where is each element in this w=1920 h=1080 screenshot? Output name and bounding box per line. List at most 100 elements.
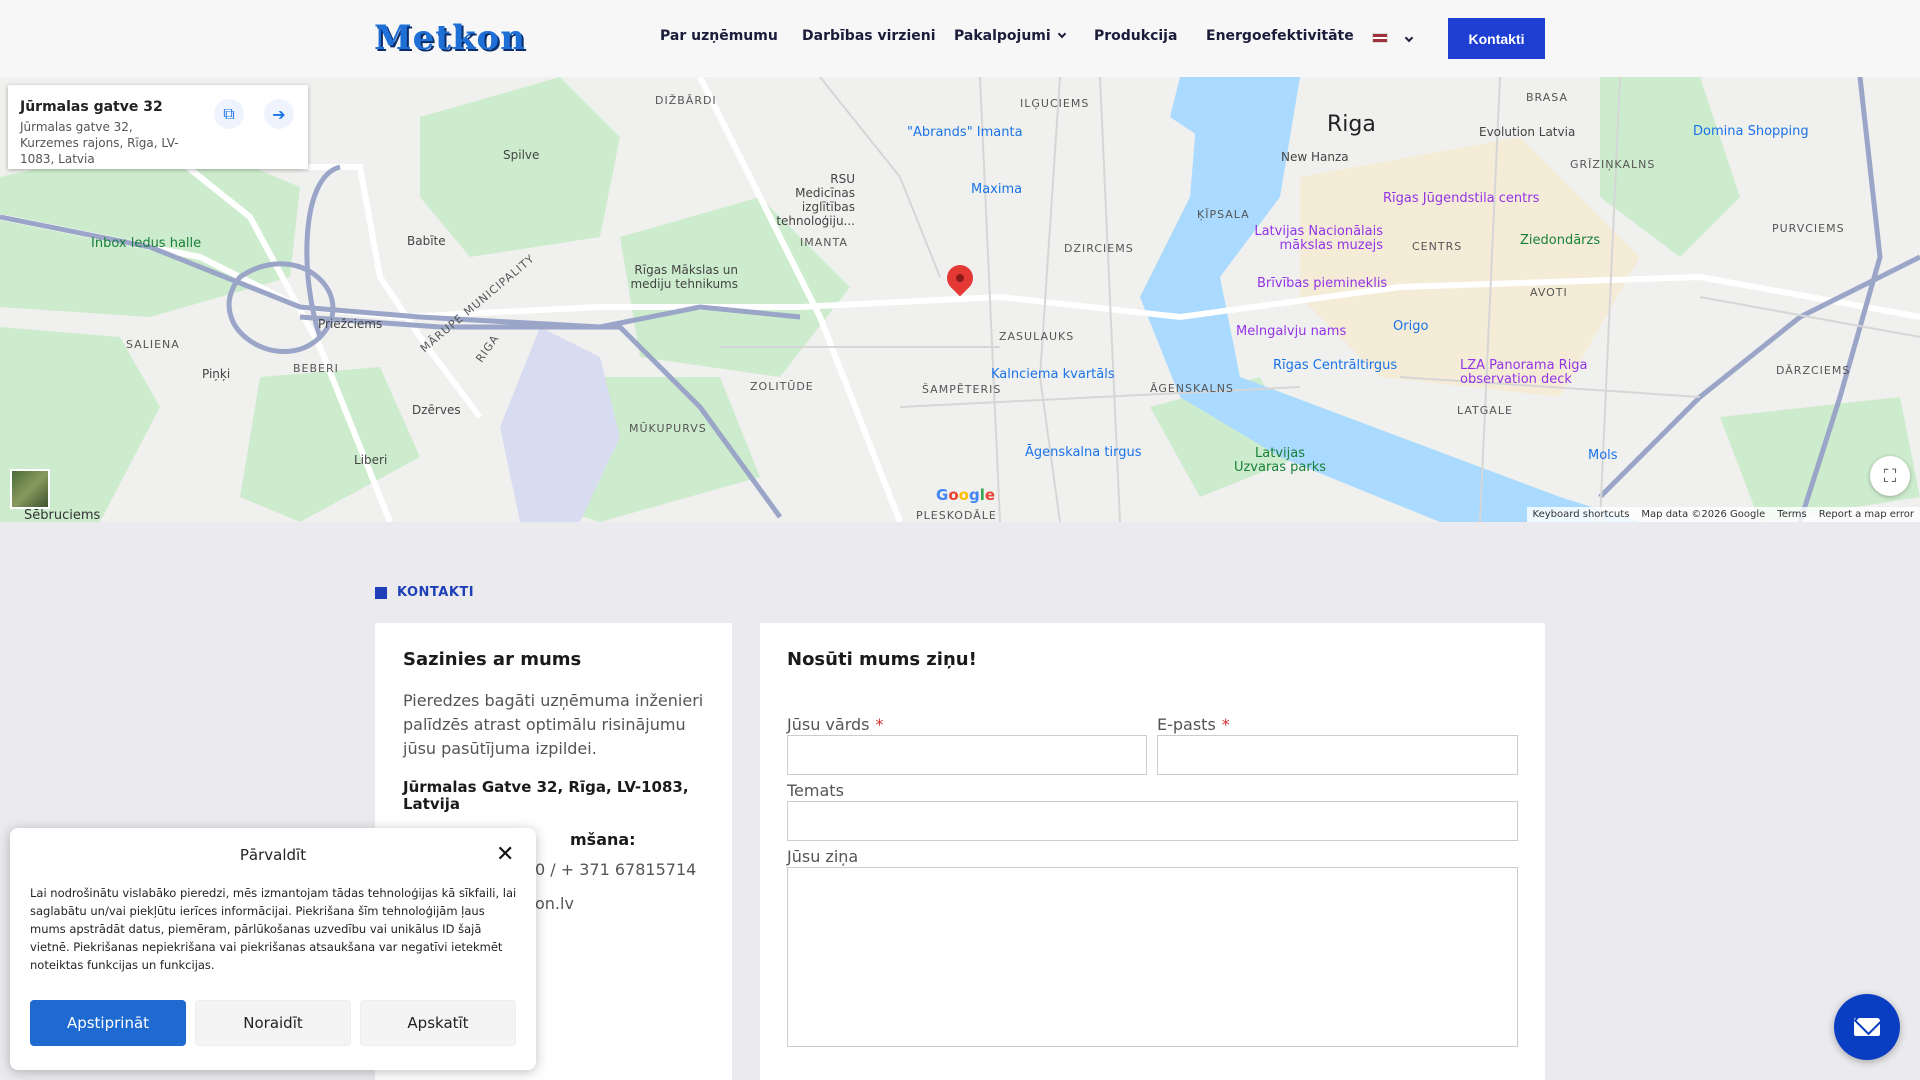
close-icon[interactable]: ✕ xyxy=(496,842,514,867)
map-label: Babīte xyxy=(407,234,446,248)
map-label: ZOLITŪDE xyxy=(750,380,814,393)
map-label: IMANTA xyxy=(800,236,848,249)
subject-label: Temats xyxy=(787,781,844,800)
map-label: ĶĪPSALA xyxy=(1197,208,1250,221)
map-label[interactable]: Mols xyxy=(1588,448,1618,463)
place-title: Jūrmalas gatve 32 xyxy=(20,99,163,115)
map-label[interactable]: Inbox ledus halle xyxy=(91,236,201,251)
nav-pakalpojumi[interactable]: Pakalpojumi xyxy=(954,28,1066,44)
fullscreen-icon[interactable]: ⛶ xyxy=(1870,456,1910,496)
map-attribution: Keyboard shortcuts Map data ©2026 Google… xyxy=(1526,507,1920,522)
map-label[interactable]: Maxima xyxy=(971,182,1022,197)
metkon-logo[interactable]: Metkon xyxy=(374,18,526,58)
map-label: ILĢUCIEMS xyxy=(1020,97,1090,110)
map-label: PURVCIEMS xyxy=(1772,222,1845,235)
map-label: DZIRCIEMS xyxy=(1064,242,1134,255)
chevron-down-icon xyxy=(1404,33,1414,43)
map-label: CENTRS xyxy=(1412,240,1463,253)
map-label[interactable]: Rīgas Mākslas un mediju tehnikums xyxy=(598,263,738,291)
keyboard-shortcuts-link[interactable]: Keyboard shortcuts xyxy=(1533,509,1630,520)
map-label: Piņķi xyxy=(202,367,231,381)
map-label[interactable]: "Abrands" Imanta xyxy=(907,125,1023,140)
view-preferences-button[interactable]: Apskatīt xyxy=(360,1000,516,1046)
map-label[interactable]: Melngalvju nams xyxy=(1236,324,1346,339)
map-label: Priežciems xyxy=(318,317,383,331)
required-mark: * xyxy=(1221,715,1230,734)
map-label: DIŽBĀRDI xyxy=(655,94,717,107)
language-switcher[interactable] xyxy=(1398,32,1414,48)
map-label[interactable]: Rīgas Jūgendstila centrs xyxy=(1383,191,1539,206)
map-label[interactable]: Evolution Latvia xyxy=(1479,125,1575,139)
cookie-text: Lai nodrošinātu vislabāko pieredzi, mēs … xyxy=(30,886,517,972)
map-label: ŠAMPĒTERIS xyxy=(922,383,1002,396)
nav-energoefektivitate[interactable]: Energoefektivitāte xyxy=(1206,28,1354,44)
map-label[interactable]: New Hanza xyxy=(1281,150,1349,164)
place-card[interactable]: Jūrmalas gatve 32 Jūrmalas gatve 32, Kur… xyxy=(8,85,308,169)
map-label: SALIENA xyxy=(126,338,180,351)
name-input[interactable] xyxy=(787,735,1147,775)
section-label: KONTAKTI xyxy=(375,585,474,600)
nav-par-uznemumu[interactable]: Par uzņēmumu xyxy=(660,28,778,44)
message-textarea[interactable] xyxy=(787,867,1518,1047)
map-label: BRASA xyxy=(1526,91,1568,104)
nav-darbibas-virzieni[interactable]: Darbības virzieni xyxy=(802,28,936,44)
latvian-flag-icon[interactable] xyxy=(1372,33,1388,43)
floating-contact-button[interactable] xyxy=(1834,994,1900,1060)
open-in-maps-icon[interactable]: ⧉ xyxy=(214,99,244,129)
site-header: Metkon Par uzņēmumu Darbības virzieni Pa… xyxy=(0,0,1920,77)
map-label: ĀGENSKALNS xyxy=(1150,382,1234,395)
name-label: Jūsu vārds * xyxy=(787,715,883,734)
map-label[interactable]: LZA Panorama Riga observation deck xyxy=(1460,359,1600,387)
contact-address: Jūrmalas Gatve 32, Rīga, LV-1083, Latvij… xyxy=(403,778,689,813)
map-label[interactable]: Brīvības piemineklis xyxy=(1257,276,1387,291)
map-label: LATGALE xyxy=(1457,404,1513,417)
map-label[interactable]: Ziedondārzs xyxy=(1520,233,1600,248)
cookie-consent-dialog: Pārvaldīt ✕ Lai nodrošinātu vislabāko pi… xyxy=(10,828,536,1070)
contact-card-title: Sazinies ar mums xyxy=(403,649,582,670)
map-label[interactable]: Latvijas Uzvaras parks xyxy=(1230,447,1330,475)
directions-icon[interactable]: ➔ xyxy=(264,99,294,129)
report-map-error-link[interactable]: Report a map error xyxy=(1819,509,1914,520)
map-label: DĀRZCIEMS xyxy=(1776,364,1851,377)
map-label: BEBERI xyxy=(293,362,339,375)
subject-input[interactable] xyxy=(787,801,1518,841)
contact-label-partial: mšana: xyxy=(570,830,636,849)
accept-button[interactable]: Apstiprināt xyxy=(30,1000,186,1046)
map-label: GRĪZIŅKALNS xyxy=(1570,158,1656,171)
map-label: Spilve xyxy=(503,148,540,162)
map-label: AVOTI xyxy=(1530,286,1568,299)
map-label: ZASULAUKS xyxy=(999,330,1075,343)
satellite-toggle[interactable] xyxy=(10,469,50,509)
terms-link[interactable]: Terms xyxy=(1777,509,1806,520)
map-label[interactable]: Origo xyxy=(1393,319,1428,334)
map-label: Liberi xyxy=(354,453,388,467)
required-mark: * xyxy=(875,715,884,734)
map-label[interactable]: Kalnciema kvartāls xyxy=(991,367,1115,382)
envelope-icon xyxy=(1854,1018,1880,1036)
map-label[interactable]: RSU Medicīnas izglītības tehnoloģiju... xyxy=(775,172,855,228)
map-label[interactable]: Domina Shopping xyxy=(1693,124,1809,139)
square-bullet-icon xyxy=(375,586,387,599)
map-label: Sēbruciems xyxy=(24,508,101,522)
map-label[interactable]: Āgenskalna tirgus xyxy=(1025,445,1141,460)
reject-button[interactable]: Noraidīt xyxy=(195,1000,351,1046)
contact-form-card: Nosūti mums ziņu! Jūsu vārds * E-pasts * T… xyxy=(760,623,1545,1080)
map-label: Dzērves xyxy=(412,403,461,417)
place-address: Jūrmalas gatve 32, Kurzemes rajons, Rīga… xyxy=(20,120,179,166)
google-logo: Google xyxy=(936,486,996,504)
google-map[interactable]: Jūrmalas gatve 32 Jūrmalas gatve 32, Kur… xyxy=(0,77,1920,522)
kontakti-button[interactable]: Kontakti xyxy=(1448,18,1545,59)
message-label: Jūsu ziņa xyxy=(787,847,859,866)
map-label[interactable]: Rīgas Centrāltirgus xyxy=(1273,358,1397,373)
nav-produkcija[interactable]: Produkcija xyxy=(1094,28,1177,44)
cookie-title: Pārvaldīt xyxy=(239,846,307,864)
form-title: Nosūti mums ziņu! xyxy=(787,649,977,670)
contact-phone[interactable]: 0 / + 371 67815714 xyxy=(535,860,696,879)
map-label: MŪKUPURVS xyxy=(629,422,707,435)
contact-email[interactable]: on.lv xyxy=(535,894,574,913)
nav-pakalpojumi-label: Pakalpojumi xyxy=(954,28,1051,44)
map-label[interactable]: Latvijas Nacionālais mākslas muzejs xyxy=(1253,225,1383,253)
name-label-text: Jūsu vārds xyxy=(787,715,870,734)
email-input[interactable] xyxy=(1157,735,1518,775)
section-label-text: KONTAKTI xyxy=(397,585,475,600)
